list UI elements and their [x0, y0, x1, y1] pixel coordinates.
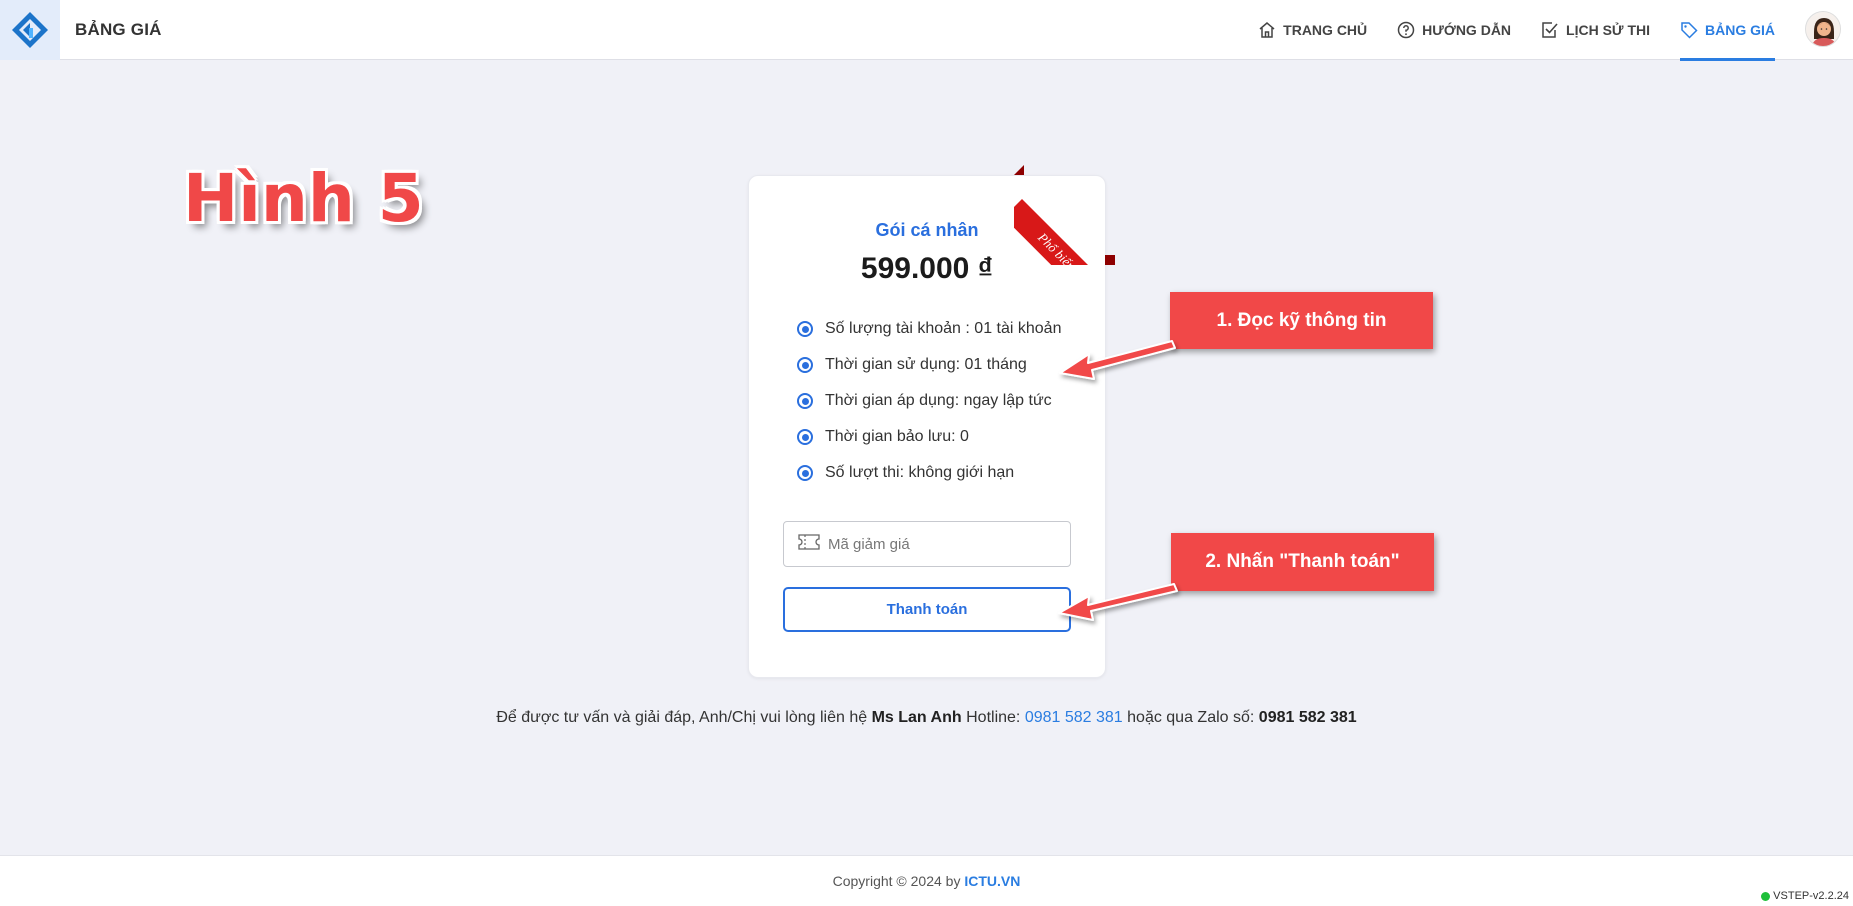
- nav-guide-label: HƯỚNG DẪN: [1422, 22, 1512, 38]
- footer: Copyright © 2024 by ICTU.VN: [0, 855, 1853, 906]
- help-icon: [1397, 21, 1415, 39]
- feature-item: Thời gian bảo lưu: 0: [797, 419, 1061, 455]
- feature-item: Số lượt thi: không giới hạn: [797, 455, 1061, 491]
- logo[interactable]: [0, 0, 60, 60]
- home-icon: [1258, 21, 1276, 39]
- nav-pricing[interactable]: BẢNG GIÁ: [1680, 0, 1775, 61]
- page-title: BẢNG GIÁ: [75, 19, 162, 39]
- contact-prefix: Để được tư vấn và giải đáp, Anh/Chị vui …: [496, 709, 868, 726]
- footer-brand-link[interactable]: ICTU.VN: [964, 873, 1020, 889]
- feature-item: Thời gian sử dụng: 01 tháng: [797, 347, 1061, 383]
- popular-ribbon: Phổ biến nhất: [1014, 165, 1118, 265]
- feature-text: Số lượt thi: không giới hạn: [825, 464, 1015, 481]
- copyright-text: Copyright © 2024 by: [832, 873, 961, 889]
- feature-text: Số lượng tài khoản : 01 tài khoản: [825, 320, 1062, 337]
- top-bar: BẢNG GIÁ TRANG CHỦ HƯỚNG DẪN LỊCH SỬ THI…: [0, 0, 1853, 61]
- pay-button[interactable]: Thanh toán: [783, 587, 1071, 632]
- feature-list: Số lượng tài khoản : 01 tài khoản Thời g…: [797, 311, 1061, 491]
- radio-dot-icon: [797, 429, 813, 445]
- radio-dot-icon: [797, 465, 813, 481]
- radio-dot-icon: [797, 393, 813, 409]
- contact-line: Để được tư vấn và giải đáp, Anh/Chị vui …: [0, 709, 1853, 727]
- nav-history[interactable]: LỊCH SỬ THI: [1541, 0, 1650, 60]
- price-tag-icon: [1680, 21, 1698, 39]
- feature-text: Thời gian sử dụng: 01 tháng: [825, 356, 1027, 373]
- radio-dot-icon: [797, 357, 813, 373]
- figure-label: Hình 5: [183, 160, 424, 237]
- nav-home-label: TRANG CHỦ: [1283, 22, 1368, 38]
- nav-home[interactable]: TRANG CHỦ: [1258, 0, 1367, 60]
- main-nav: TRANG CHỦ HƯỚNG DẪN LỊCH SỬ THI BẢNG GIÁ: [1228, 0, 1775, 61]
- feature-text: Thời gian bảo lưu: 0: [825, 428, 969, 445]
- version-text: VSTEP-v2.2.24: [1773, 890, 1849, 902]
- logo-icon: [12, 11, 48, 48]
- ribbon-label: Phổ biến nhất: [1014, 199, 1118, 265]
- coupon-input[interactable]: [828, 535, 1048, 553]
- hotline-link[interactable]: 0981 582 381: [1025, 709, 1123, 726]
- contact-name: Ms Lan Anh: [871, 709, 962, 726]
- zalo-label: hoặc qua Zalo số:: [1127, 709, 1255, 726]
- feature-item: Số lượng tài khoản : 01 tài khoản: [797, 311, 1061, 347]
- callout-step1: 1. Đọc kỹ thông tin: [1170, 292, 1433, 349]
- version-badge: VSTEP-v2.2.24: [1761, 890, 1849, 902]
- nav-history-label: LỊCH SỬ THI: [1566, 22, 1650, 38]
- nav-guide[interactable]: HƯỚNG DẪN: [1397, 0, 1511, 60]
- checkbox-icon: [1541, 21, 1559, 39]
- zalo-number: 0981 582 381: [1258, 709, 1357, 726]
- radio-dot-icon: [797, 321, 813, 337]
- nav-pricing-label: BẢNG GIÁ: [1705, 22, 1775, 38]
- hotline-label: Hotline:: [966, 709, 1021, 726]
- feature-text: Thời gian áp dụng: ngay lập tức: [825, 392, 1052, 409]
- feature-item: Thời gian áp dụng: ngay lập tức: [797, 383, 1061, 419]
- coupon-field[interactable]: [783, 521, 1071, 567]
- callout-step2: 2. Nhấn "Thanh toán": [1171, 533, 1434, 591]
- ticket-icon: [798, 533, 820, 555]
- status-dot-icon: [1761, 891, 1771, 901]
- user-avatar[interactable]: [1805, 11, 1841, 47]
